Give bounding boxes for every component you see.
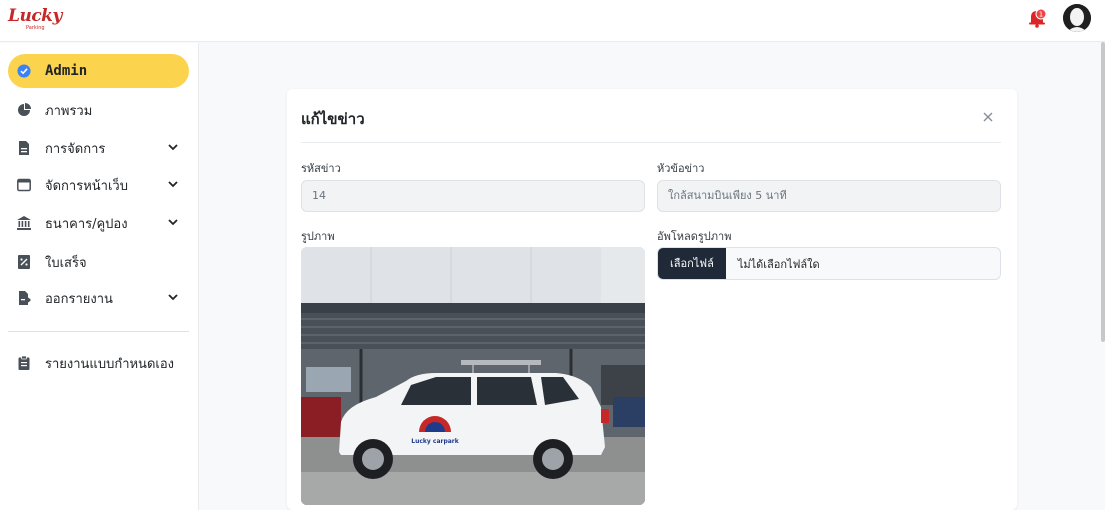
choose-file-button[interactable]: เลือกไฟล์ [658, 248, 726, 279]
check-badge-icon [17, 64, 31, 78]
sidebar-item-label: ใบเสร็จ [45, 255, 87, 271]
headline-field[interactable]: ใกล้สนามบินเพียง 5 นาที [657, 180, 1001, 212]
sidebar-item-custom-report[interactable]: รายงานแบบกำหนดเอง [8, 346, 189, 380]
sidebar-item-label: Admin [45, 63, 88, 79]
sidebar-item-label: รายงานแบบกำหนดเอง [45, 356, 174, 372]
close-icon[interactable] [981, 109, 995, 123]
sidebar-item-label: ออกรายงาน [45, 291, 113, 307]
browser-window-icon [17, 178, 31, 192]
sidebar-item-receipt[interactable]: ใบเสร็จ [8, 245, 189, 279]
clipboard-icon [17, 356, 31, 370]
sidebar: Admin ภาพรวม การจัดการ จัดการหน้าเว็บ ธน… [0, 43, 199, 510]
modal-divider [301, 142, 1001, 143]
file-upload-input[interactable]: เลือกไฟล์ ไม่ได้เลือกไฟล์ใด [657, 247, 1001, 280]
receipt-icon [17, 255, 31, 269]
chevron-down-icon[interactable] [167, 178, 179, 190]
news-id-label: รหัสข่าว [301, 162, 341, 175]
sidebar-item-bank-coupon[interactable]: ธนาคาร/คูปอง [8, 206, 189, 240]
sidebar-item-admin[interactable]: Admin [8, 54, 189, 88]
logo[interactable]: Lucky Parking [8, 6, 62, 36]
sidebar-item-label: ธนาคาร/คูปอง [45, 216, 128, 232]
file-export-icon [17, 291, 31, 305]
document-icon [17, 141, 31, 155]
top-bar: Lucky Parking 1 [0, 0, 1105, 42]
sidebar-item-webpage[interactable]: จัดการหน้าเว็บ [8, 168, 189, 202]
sidebar-item-label: การจัดการ [45, 141, 106, 157]
avatar[interactable] [1063, 4, 1091, 32]
chevron-down-icon[interactable] [167, 291, 179, 303]
notification-bell-icon[interactable]: 1 [1026, 7, 1048, 29]
sidebar-item-label: จัดการหน้าเว็บ [45, 178, 128, 194]
logo-subtext: Parking [26, 25, 45, 31]
modal-title: แก้ไขข่าว [301, 110, 365, 128]
notification-count: 1 [1039, 11, 1043, 19]
image-label: รูปภาพ [301, 230, 335, 243]
sidebar-item-overview[interactable]: ภาพรวม [8, 93, 189, 127]
scrollbar[interactable] [1101, 42, 1105, 342]
file-status-text: ไม่ได้เลือกไฟล์ใด [737, 257, 820, 271]
bank-icon [17, 216, 31, 230]
headline-label: หัวข้อข่าว [657, 162, 705, 175]
upload-label: อัพโหลดรูปภาพ [657, 230, 732, 243]
news-image: Lucky carpark [301, 247, 645, 505]
edit-news-modal: แก้ไขข่าว รหัสข่าว 14 หัวข้อข่าว ใกล้สนา… [287, 89, 1017, 510]
car-logo-text: Lucky carpark [411, 438, 460, 445]
sidebar-divider [8, 331, 189, 332]
chevron-down-icon[interactable] [167, 141, 179, 153]
chevron-down-icon[interactable] [167, 216, 179, 228]
pie-chart-icon [17, 103, 31, 117]
sidebar-item-reports[interactable]: ออกรายงาน [8, 281, 189, 315]
logo-text: Lucky [8, 6, 62, 26]
news-id-field[interactable]: 14 [301, 180, 645, 212]
sidebar-item-management[interactable]: การจัดการ [8, 131, 189, 165]
sidebar-item-label: ภาพรวม [45, 103, 93, 119]
